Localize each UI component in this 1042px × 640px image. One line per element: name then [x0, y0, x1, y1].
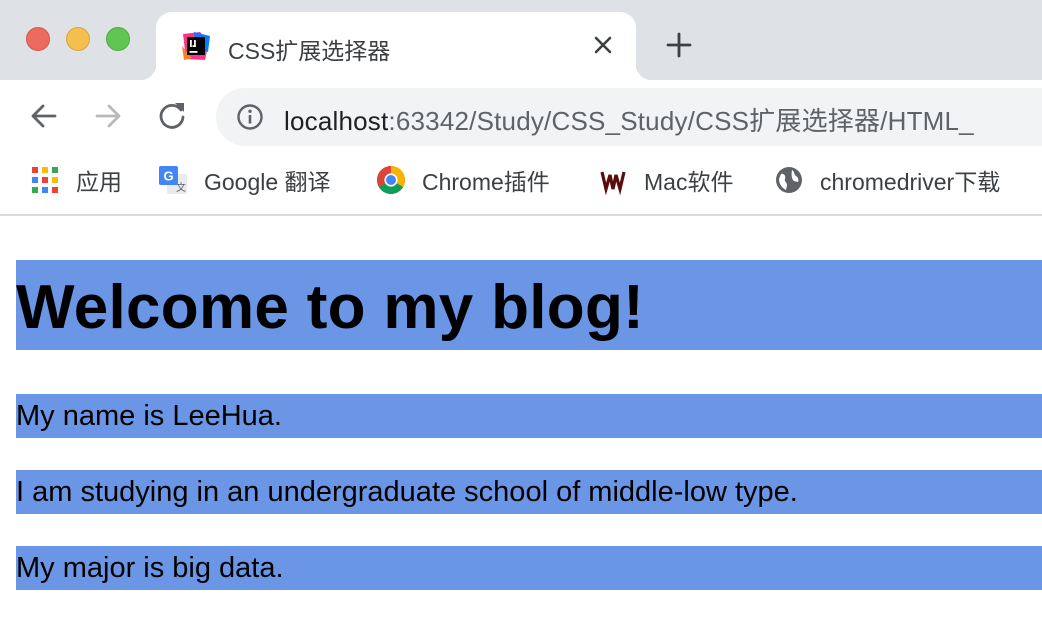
bookmark-mac-software[interactable]: Mac软件	[598, 164, 733, 196]
paragraph-text: My major is big data.	[16, 552, 284, 584]
page-content: Welcome to my blog! My name is LeeHua. I…	[0, 218, 1042, 640]
intellij-icon	[182, 32, 210, 60]
chrome-icon	[377, 166, 405, 194]
bookmark-label: chromedriver下载	[820, 169, 1001, 195]
bookmark-label: Chrome插件	[422, 169, 550, 195]
bookmark-chrome-extensions[interactable]: Chrome插件	[376, 164, 550, 196]
apps-grid-icon	[32, 167, 58, 193]
browser-toolbar: localhost:63342/Study/CSS_Study/CSS扩展选择器…	[0, 80, 1042, 152]
maximize-window-button[interactable]	[106, 27, 130, 51]
globe-icon	[776, 167, 802, 193]
url-text[interactable]: localhost:63342/Study/CSS_Study/CSS扩展选择器…	[284, 101, 974, 138]
svg-text:文: 文	[176, 181, 186, 194]
url-path: :63342/Study/CSS_Study/CSS扩展选择器/HTML_	[388, 106, 974, 136]
back-arrow-icon[interactable]	[26, 98, 62, 134]
bookmark-label: Mac软件	[644, 169, 734, 195]
bookmark-label: 应用	[76, 169, 122, 195]
tab-strip: CSS扩展选择器	[0, 0, 1042, 80]
address-bar[interactable]: localhost:63342/Study/CSS_Study/CSS扩展选择器…	[216, 88, 1042, 146]
google-translate-icon: G 文	[159, 166, 187, 194]
info-icon[interactable]	[236, 103, 264, 131]
bookmark-chromedriver[interactable]: chromedriver下载	[774, 164, 1000, 196]
paragraph: My name is LeeHua.	[16, 394, 1042, 438]
bookmark-label: Google 翻译	[204, 169, 331, 195]
close-tab-icon[interactable]	[590, 32, 616, 58]
reload-icon[interactable]	[154, 98, 190, 134]
mac-software-icon	[600, 171, 626, 195]
paragraph: I am studying in an undergraduate school…	[16, 470, 1042, 514]
paragraph-text: I am studying in an undergraduate school…	[16, 476, 798, 508]
bookmark-apps[interactable]: 应用	[30, 164, 122, 196]
svg-text:G: G	[163, 169, 173, 184]
paragraph: My major is big data.	[16, 546, 1042, 590]
paragraph-text: My name is LeeHua.	[16, 400, 282, 432]
new-tab-icon[interactable]	[664, 30, 694, 60]
tab-title: CSS扩展选择器	[228, 38, 391, 64]
minimize-window-button[interactable]	[66, 27, 90, 51]
url-host: localhost	[284, 106, 389, 136]
bookmark-google-translate[interactable]: G 文 Google 翻译	[158, 164, 331, 196]
forward-arrow-icon[interactable]	[90, 98, 126, 134]
bookmarks-bar: 应用 G 文 Google 翻译 Chrome插件 Mac软件 chromedr…	[0, 152, 1042, 216]
browser-tab-active[interactable]: CSS扩展选择器	[140, 12, 652, 80]
page-heading: Welcome to my blog!	[16, 260, 1042, 350]
close-window-button[interactable]	[26, 27, 50, 51]
heading-text: Welcome to my blog!	[16, 273, 645, 342]
